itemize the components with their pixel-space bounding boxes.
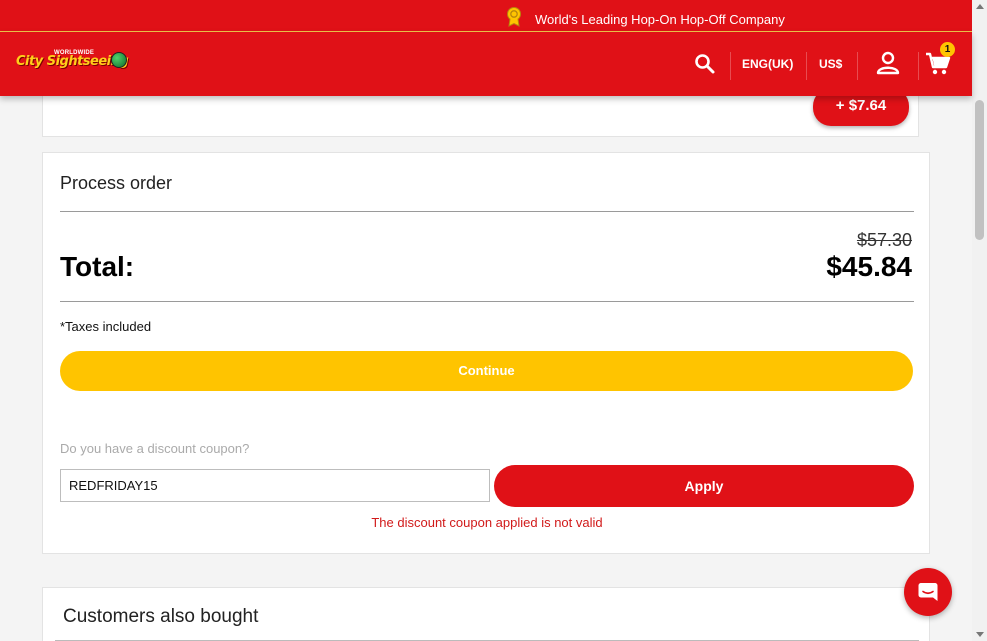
coupon-question: Do you have a discount coupon? bbox=[60, 441, 250, 456]
promo-bar: World's Leading Hop-On Hop-Off Company bbox=[0, 0, 972, 32]
continue-button[interactable]: Continue bbox=[60, 351, 913, 391]
also-bought-card: Customers also bought bbox=[42, 587, 930, 641]
scroll-thumb[interactable] bbox=[975, 100, 984, 240]
process-order-card: Process order $57.30 Total: $45.84 *Taxe… bbox=[42, 152, 930, 554]
globe-icon bbox=[111, 52, 127, 68]
award-icon bbox=[505, 7, 523, 32]
card-title: Process order bbox=[60, 173, 173, 193]
user-icon[interactable] bbox=[875, 50, 901, 76]
language-selector[interactable]: ENG(UK) bbox=[742, 57, 793, 71]
divider bbox=[60, 211, 914, 212]
scroll-down-arrow-icon[interactable] bbox=[976, 632, 984, 637]
header-separator bbox=[918, 52, 919, 80]
promo-content: World's Leading Hop-On Hop-Off Company bbox=[505, 7, 785, 32]
site-logo[interactable]: WORLDWIDE City Sightseeing bbox=[16, 50, 131, 76]
original-price: $57.30 bbox=[856, 230, 912, 250]
section-title: Customers also bought bbox=[63, 606, 259, 627]
taxes-note: *Taxes included bbox=[60, 319, 152, 334]
total-label: Total: bbox=[60, 251, 135, 282]
scroll-up-arrow-icon[interactable] bbox=[976, 4, 984, 9]
page-scrollbar[interactable] bbox=[972, 0, 987, 641]
coupon-error-message: The discount coupon applied is not valid bbox=[371, 515, 603, 530]
search-icon[interactable] bbox=[693, 52, 717, 76]
site-header: WORLDWIDE City Sightseeing ENG(UK) US$ bbox=[0, 32, 972, 96]
apply-coupon-button[interactable]: Apply bbox=[494, 465, 914, 507]
header-separator bbox=[857, 52, 858, 80]
header-separator bbox=[806, 52, 807, 80]
currency-selector[interactable]: US$ bbox=[819, 57, 842, 71]
coupon-input[interactable]: REDFRIDAY15 bbox=[60, 469, 490, 502]
chat-button[interactable] bbox=[904, 568, 952, 616]
promo-text: World's Leading Hop-On Hop-Off Company bbox=[535, 12, 785, 27]
cart-count-badge: 1 bbox=[940, 42, 955, 57]
total-value: $45.84 bbox=[826, 251, 912, 282]
header-separator bbox=[730, 52, 731, 80]
divider bbox=[60, 301, 914, 302]
